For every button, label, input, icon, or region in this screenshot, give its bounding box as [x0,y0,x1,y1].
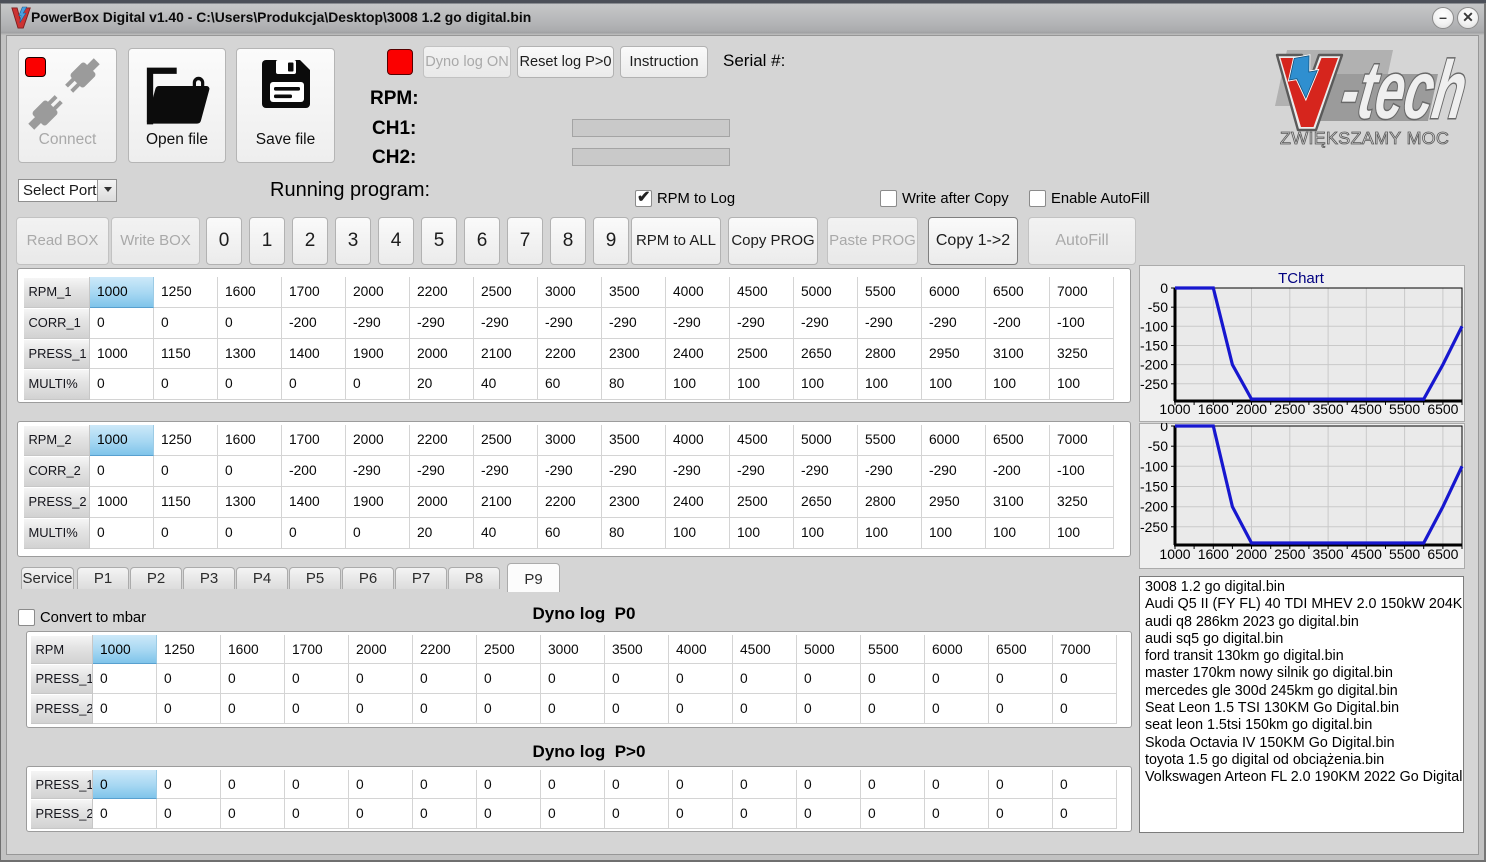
svg-text:-250: -250 [1140,519,1168,535]
svg-text:-200: -200 [1140,357,1168,373]
svg-text:-150: -150 [1140,479,1168,495]
svg-text:-50: -50 [1148,299,1168,315]
svg-text:-250: -250 [1140,376,1168,392]
svg-text:2500: 2500 [1274,401,1305,417]
svg-text:2000: 2000 [1236,546,1267,562]
svg-text:2000: 2000 [1236,401,1267,417]
svg-text:-100: -100 [1140,458,1168,474]
svg-text:6500: 6500 [1427,401,1458,417]
svg-text:1000: 1000 [1159,401,1190,417]
svg-text:0: 0 [1160,280,1168,296]
svg-text:-tech: -tech [1335,43,1467,136]
svg-text:1600: 1600 [1198,546,1229,562]
svg-text:1000: 1000 [1159,546,1190,562]
svg-text:2500: 2500 [1274,546,1305,562]
svg-text:-200: -200 [1140,499,1168,515]
svg-text:3500: 3500 [1313,546,1344,562]
svg-text:TChart: TChart [1278,270,1325,287]
svg-text:4500: 4500 [1351,401,1382,417]
svg-text:-150: -150 [1140,338,1168,354]
svg-text:0: 0 [1160,423,1168,434]
svg-text:6500: 6500 [1427,546,1458,562]
svg-text:5500: 5500 [1389,546,1420,562]
svg-text:ZWIĘKSZAMY MOC: ZWIĘKSZAMY MOC [1280,128,1449,148]
svg-text:-50: -50 [1148,438,1168,454]
svg-text:-100: -100 [1140,318,1168,334]
svg-text:5500: 5500 [1389,401,1420,417]
svg-text:4500: 4500 [1351,546,1382,562]
svg-text:1600: 1600 [1198,401,1229,417]
svg-text:3500: 3500 [1313,401,1344,417]
